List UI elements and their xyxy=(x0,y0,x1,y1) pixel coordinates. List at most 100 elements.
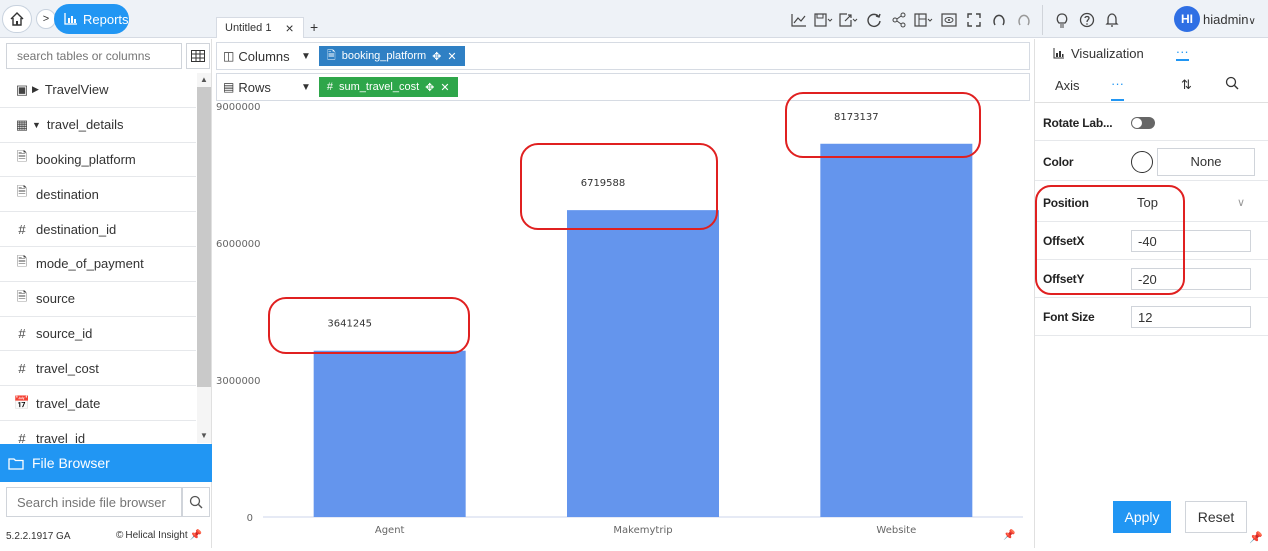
search-tables-input[interactable] xyxy=(6,43,182,69)
list-item[interactable]: 🗎 mode_of_payment xyxy=(0,247,196,282)
share-icon[interactable] xyxy=(886,10,911,30)
color-swatch[interactable] xyxy=(1131,150,1153,173)
line-chart-icon[interactable] xyxy=(786,10,811,30)
add-tab-button[interactable]: + xyxy=(310,19,318,35)
font-size-input[interactable]: 12 xyxy=(1131,305,1251,328)
tab-more-options[interactable]: ··· xyxy=(1111,76,1124,101)
search-button[interactable] xyxy=(182,487,210,517)
caret-right-icon: ▶ xyxy=(32,84,39,95)
grid-icon xyxy=(191,50,205,62)
color-picker-button[interactable]: None xyxy=(1157,147,1255,176)
tab-visualization[interactable]: Visualization xyxy=(1035,46,1144,61)
file-browser-button[interactable]: File Browser xyxy=(0,444,212,482)
properties-tabs: Visualization ··· xyxy=(1035,39,1268,67)
file-browser-search-input[interactable] xyxy=(6,487,182,517)
apply-button[interactable]: Apply xyxy=(1113,501,1171,533)
bar xyxy=(567,210,719,517)
list-item-label: travel_date xyxy=(36,395,101,411)
pin-icon[interactable]: 📌 xyxy=(190,530,202,541)
brand-label: Helical Insight xyxy=(125,530,188,541)
list-item[interactable]: 🗎 source xyxy=(0,282,196,317)
chart-canvas: 0 3000000 6000000 9000000 3641245 Agent 671958… xyxy=(213,92,1031,548)
folder-icon xyxy=(8,457,24,470)
home-button[interactable] xyxy=(2,5,32,33)
redo-icon[interactable] xyxy=(1011,10,1036,30)
list-item[interactable]: # destination_id xyxy=(0,212,196,247)
export-icon[interactable] xyxy=(836,10,861,30)
font-size-row: Font Size 12 xyxy=(1035,298,1268,336)
tab-untitled-1[interactable]: Untitled 1 × xyxy=(216,17,304,38)
list-item[interactable]: 🗎 booking_platform xyxy=(0,143,196,178)
table-icon: ▦ xyxy=(15,116,29,132)
file-browser-label: File Browser xyxy=(32,455,110,471)
user-name-label: hiadmin xyxy=(1203,12,1249,27)
scroll-down-icon[interactable]: ▼ xyxy=(200,431,208,440)
sidebar-scrollbar[interactable]: ▲ ▼ xyxy=(197,73,211,443)
top-bar: > Reports Untitled 1 × + HI hiadmin∨ xyxy=(0,0,1268,38)
list-item-label: source xyxy=(36,291,76,307)
layout-icon[interactable] xyxy=(911,10,936,30)
lightbulb-icon[interactable] xyxy=(1049,10,1074,30)
x-tick-label: Agent xyxy=(375,525,405,536)
undo-icon[interactable] xyxy=(986,10,1011,30)
scrollbar-thumb[interactable] xyxy=(197,87,211,387)
annotation-highlight xyxy=(520,143,718,230)
bar xyxy=(313,350,466,517)
close-icon[interactable]: ✕ xyxy=(440,81,449,94)
number-field-icon: # xyxy=(326,81,334,93)
caret-down-icon[interactable]: ▼ xyxy=(301,51,311,62)
row-pill-label: sum_travel_cost xyxy=(339,81,420,93)
sort-icon[interactable]: ⇅ xyxy=(1181,77,1192,93)
drag-icon[interactable]: ✥ xyxy=(432,50,441,63)
bar xyxy=(820,143,973,517)
list-item[interactable]: # travel_cost xyxy=(0,351,196,387)
view-icon: ▣ xyxy=(15,81,29,97)
drag-icon[interactable]: ✥ xyxy=(425,81,434,94)
list-item[interactable]: ▣ ▶ TravelView xyxy=(0,73,196,108)
rotate-labels-toggle[interactable] xyxy=(1131,116,1155,129)
list-item-label: booking_platform xyxy=(36,151,136,167)
columns-shelf[interactable]: ◫ Columns ▼ 🗎 booking_platform ✥ ✕ xyxy=(216,42,1030,70)
avatar[interactable]: HI xyxy=(1174,6,1200,32)
pin-icon[interactable]: 📌 xyxy=(1003,530,1015,541)
list-item-label: travel_details xyxy=(46,117,124,133)
list-item[interactable]: 🗎 destination xyxy=(0,177,196,213)
user-menu[interactable]: hiadmin∨ xyxy=(1203,12,1256,27)
annotation-highlight xyxy=(1035,185,1185,295)
list-item[interactable]: ▦ ▼ travel_details xyxy=(0,108,196,143)
save-icon[interactable] xyxy=(811,10,836,30)
list-item-label: destination xyxy=(36,186,99,202)
y-tick-label: 6000000 xyxy=(216,239,261,250)
preview-icon[interactable] xyxy=(936,10,961,30)
rotate-labels-label: Rotate Lab... xyxy=(1043,115,1113,130)
columns-label: Columns xyxy=(238,48,290,64)
help-icon[interactable] xyxy=(1074,10,1099,30)
text-field-icon: 🗎 xyxy=(16,149,28,165)
breadcrumb-reports[interactable]: Reports xyxy=(54,4,129,34)
close-icon[interactable]: ✕ xyxy=(447,50,456,63)
pin-icon[interactable]: 📌 xyxy=(1249,531,1263,544)
column-pill[interactable]: 🗎 booking_platform ✥ ✕ xyxy=(318,46,465,66)
toolbar xyxy=(786,5,1124,35)
fullscreen-icon[interactable] xyxy=(961,10,986,30)
close-tab-icon[interactable]: × xyxy=(285,20,293,36)
chevron-down-icon: ∨ xyxy=(1236,197,1245,209)
y-tick-label: 9000000 xyxy=(216,102,261,113)
reset-button[interactable]: Reset xyxy=(1185,501,1247,533)
search-icon[interactable] xyxy=(1225,76,1239,93)
text-field-icon: 🗎 xyxy=(16,184,28,200)
row-pill[interactable]: # sum_travel_cost ✥ ✕ xyxy=(318,77,458,97)
scroll-up-icon[interactable]: ▲ xyxy=(200,75,208,84)
list-item[interactable]: 📅 travel_date xyxy=(0,386,196,421)
search-icon xyxy=(189,495,203,509)
tab-axis[interactable]: Axis xyxy=(1055,78,1080,93)
bell-icon[interactable] xyxy=(1099,10,1124,30)
tab-more[interactable]: ··· xyxy=(1175,45,1189,61)
rotate-labels-row: Rotate Lab... xyxy=(1035,105,1268,141)
caret-down-icon[interactable]: ▼ xyxy=(301,82,311,93)
grid-view-button[interactable] xyxy=(186,43,210,69)
calendar-icon: 📅 xyxy=(13,395,31,411)
list-item[interactable]: # source_id xyxy=(0,317,196,352)
refresh-icon[interactable] xyxy=(861,10,886,30)
rows-label: Rows xyxy=(238,79,271,95)
